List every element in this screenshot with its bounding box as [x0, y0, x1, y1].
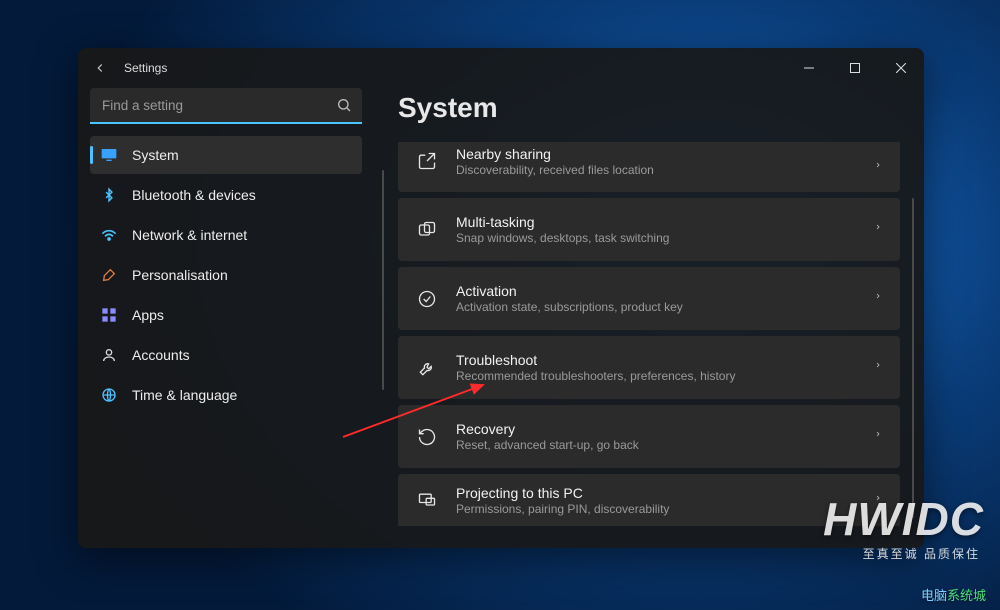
card-text: Nearby sharingDiscoverability, received …	[456, 146, 856, 177]
multitask-icon	[416, 219, 438, 241]
sidebar-item-label: Time & language	[132, 387, 237, 403]
card-subtitle: Discoverability, received files location	[456, 163, 856, 177]
page-title: System	[398, 92, 908, 124]
nav-list: System Bluetooth & devices Network & inter…	[90, 136, 362, 414]
display-icon	[100, 146, 118, 164]
watermark-tagline: 至真至诚 品质保住	[863, 545, 980, 562]
setting-card-troubleshoot[interactable]: TroubleshootRecommended troubleshooters,…	[398, 336, 900, 399]
sidebar-item-label: Network & internet	[132, 227, 247, 243]
apps-icon	[100, 306, 118, 324]
troubleshoot-icon	[416, 357, 438, 379]
watermark-logo: 电脑系统城	[921, 585, 986, 604]
sidebar-item-label: System	[132, 147, 179, 163]
chevron-right-icon	[874, 289, 882, 308]
setting-card-multi-tasking[interactable]: Multi-taskingSnap windows, desktops, tas…	[398, 198, 900, 261]
scrollbar[interactable]	[912, 198, 914, 518]
chevron-right-icon	[874, 427, 882, 446]
card-text: RecoveryReset, advanced start-up, go bac…	[456, 421, 856, 452]
maximize-icon	[850, 63, 860, 73]
main-content: System Nearby sharingDiscoverability, re…	[374, 88, 924, 548]
card-title: Nearby sharing	[456, 146, 856, 162]
watermark-brand: HWIDC	[823, 492, 984, 546]
chevron-right-icon	[874, 358, 882, 377]
card-subtitle: Activation state, subscriptions, product…	[456, 300, 856, 314]
close-icon	[896, 63, 906, 73]
setting-card-recovery[interactable]: RecoveryReset, advanced start-up, go bac…	[398, 405, 900, 468]
sidebar-item-network-internet[interactable]: Network & internet	[90, 216, 362, 254]
card-title: Activation	[456, 283, 856, 299]
search-icon	[336, 97, 352, 118]
globe-icon	[100, 386, 118, 404]
card-text: Projecting to this PCPermissions, pairin…	[456, 485, 856, 516]
card-subtitle: Recommended troubleshooters, preferences…	[456, 369, 856, 383]
back-arrow-icon	[93, 61, 107, 75]
chevron-right-icon	[874, 220, 882, 239]
card-subtitle: Permissions, pairing PIN, discoverabilit…	[456, 502, 856, 516]
sidebar-item-label: Accounts	[132, 347, 190, 363]
bluetooth-icon	[100, 186, 118, 204]
setting-card-activation[interactable]: ActivationActivation state, subscription…	[398, 267, 900, 330]
card-title: Multi-tasking	[456, 214, 856, 230]
recovery-icon	[416, 426, 438, 448]
activation-icon	[416, 288, 438, 310]
card-title: Recovery	[456, 421, 856, 437]
project-icon	[416, 489, 438, 511]
sidebar-item-label: Apps	[132, 307, 164, 323]
sidebar-item-time-language[interactable]: Time & language	[90, 376, 362, 414]
brush-icon	[100, 266, 118, 284]
sidebar-item-personalisation[interactable]: Personalisation	[90, 256, 362, 294]
wifi-icon	[100, 226, 118, 244]
account-icon	[100, 346, 118, 364]
sidebar-item-system[interactable]: System	[90, 136, 362, 174]
search-input[interactable]	[90, 88, 362, 124]
card-text: TroubleshootRecommended troubleshooters,…	[456, 352, 856, 383]
sidebar-item-apps[interactable]: Apps	[90, 296, 362, 334]
minimize-button[interactable]	[786, 48, 832, 88]
card-subtitle: Reset, advanced start-up, go back	[456, 438, 856, 452]
card-subtitle: Snap windows, desktops, task switching	[456, 231, 856, 245]
sidebar: System Bluetooth & devices Network & inter…	[78, 88, 374, 548]
sidebar-item-label: Bluetooth & devices	[132, 187, 256, 203]
chevron-right-icon	[874, 158, 882, 177]
sidebar-item-accounts[interactable]: Accounts	[90, 336, 362, 374]
share-icon	[416, 150, 438, 172]
card-text: ActivationActivation state, subscription…	[456, 283, 856, 314]
close-button[interactable]	[878, 48, 924, 88]
sidebar-scrollbar[interactable]	[382, 170, 384, 390]
search-container	[90, 88, 362, 124]
titlebar: Settings	[78, 48, 924, 88]
app-title: Settings	[124, 61, 167, 75]
card-text: Multi-taskingSnap windows, desktops, tas…	[456, 214, 856, 245]
settings-list: Nearby sharingDiscoverability, received …	[384, 142, 908, 526]
window-controls	[786, 48, 924, 88]
card-title: Troubleshoot	[456, 352, 856, 368]
sidebar-item-bluetooth-devices[interactable]: Bluetooth & devices	[90, 176, 362, 214]
setting-card-nearby-sharing[interactable]: Nearby sharingDiscoverability, received …	[398, 142, 900, 192]
back-button[interactable]	[90, 58, 110, 78]
maximize-button[interactable]	[832, 48, 878, 88]
minimize-icon	[804, 63, 814, 73]
card-title: Projecting to this PC	[456, 485, 856, 501]
settings-window: Settings System Bluetooth & devices Networ…	[78, 48, 924, 548]
sidebar-item-label: Personalisation	[132, 267, 228, 283]
